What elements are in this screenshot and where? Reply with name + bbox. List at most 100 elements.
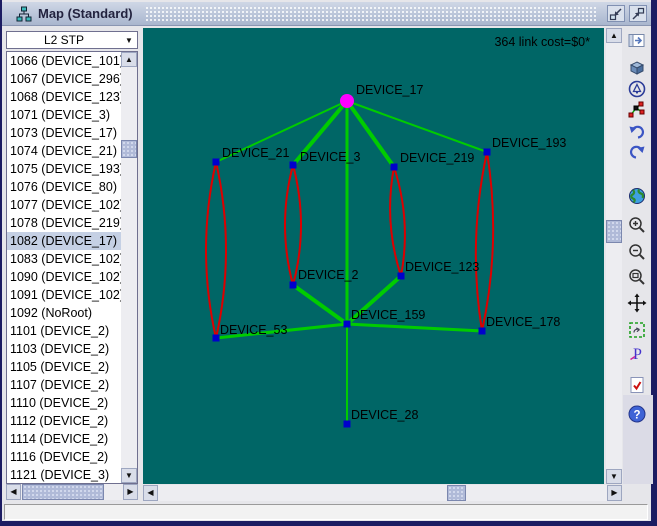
titlebar[interactable]: Map (Standard) [2,2,651,26]
edge-DEVICE_193-DEVICE_178[interactable] [482,152,493,331]
node-label-DEVICE_21: DEVICE_21 [222,146,289,160]
node-DEVICE_21[interactable] [213,159,220,166]
scroll-down-button[interactable]: ▼ [606,469,622,484]
node-DEVICE_219[interactable] [391,164,398,171]
list-item[interactable]: 1074 (DEVICE_21) [7,142,121,160]
map-vscroll-track[interactable] [606,43,622,469]
node-DEVICE_17[interactable] [340,94,354,108]
list-item[interactable]: 1107 (DEVICE_2) [7,376,121,394]
topology-links-icon [627,100,647,120]
toggle-list-panel-button[interactable] [626,30,648,52]
edge-DEVICE_21-DEVICE_53[interactable] [216,162,226,338]
edge-DEVICE_17-DEVICE_193[interactable] [347,101,487,152]
scroll-up-button[interactable]: ▲ [606,28,622,43]
list-hscrollbar[interactable]: ◀ ▶ [6,484,138,500]
list-item[interactable]: 1092 (NoRoot) [7,304,121,322]
list-item[interactable]: 1103 (DEVICE_2) [7,340,121,358]
list-item[interactable]: 1067 (DEVICE_296) [7,70,121,88]
window-title: Map (Standard) [38,6,133,21]
list-item[interactable]: 1078 (DEVICE_219) [7,214,121,232]
list-item[interactable]: 1101 (DEVICE_2) [7,322,121,340]
list-item[interactable]: 1114 (DEVICE_2) [7,430,121,448]
list-item[interactable]: 1077 (DEVICE_102) [7,196,121,214]
layer-select[interactable]: L2 STP ▼ [6,31,138,49]
list-item[interactable]: 1076 (DEVICE_80) [7,178,121,196]
scroll-right-button[interactable]: ▶ [607,485,622,501]
list-vscrollbar[interactable]: ▲ ▼ [121,52,137,483]
node-DEVICE_193[interactable] [484,149,491,156]
map-canvas[interactable]: DEVICE_17DEVICE_21DEVICE_3DEVICE_219DEVI… [143,28,604,484]
topology-links-button[interactable] [626,99,648,121]
scroll-down-button[interactable]: ▼ [121,468,137,483]
scroll-up-button[interactable]: ▲ [121,52,137,67]
node-DEVICE_3[interactable] [290,162,297,169]
list-vscroll-thumb[interactable] [121,140,137,158]
list-item[interactable]: 1121 (DEVICE_3) [7,466,121,483]
zoom-region-icon [627,267,647,287]
list-item[interactable]: 1071 (DEVICE_3) [7,106,121,124]
map-vscrollbar[interactable]: ▲ ▼ [606,28,622,484]
validate-report-button[interactable] [626,374,648,396]
package-3d-button[interactable] [626,57,648,79]
scroll-left-button[interactable]: ◀ [143,485,158,501]
print-p-button[interactable]: P [626,342,648,364]
overlay-mode-button[interactable] [626,78,648,100]
list-item[interactable]: 1082 (DEVICE_17) [7,232,121,250]
edge-DEVICE_21-DEVICE_53[interactable] [206,162,216,338]
map-hscroll-track[interactable] [158,485,607,501]
help-button[interactable]: ? [626,403,648,425]
toggle-list-panel-icon [627,31,647,51]
list-item[interactable]: 1112 (DEVICE_2) [7,412,121,430]
zoom-out-icon [627,242,647,262]
edge-DEVICE_3-DEVICE_2[interactable] [285,165,293,285]
map-viewport[interactable]: DEVICE_17DEVICE_21DEVICE_3DEVICE_219DEVI… [143,28,604,484]
restore-button[interactable] [607,5,625,22]
edge-DEVICE_193-DEVICE_178[interactable] [476,152,487,331]
scroll-right-button[interactable]: ▶ [123,484,138,500]
edge-DEVICE_2-DEVICE_159[interactable] [293,285,347,324]
scroll-left-button[interactable]: ◀ [6,484,21,500]
globe-view-button[interactable] [626,185,648,207]
svg-text:?: ? [633,410,640,422]
node-DEVICE_28[interactable] [344,421,351,428]
maximize-button[interactable] [629,5,647,22]
node-label-DEVICE_123: DEVICE_123 [405,260,479,274]
node-DEVICE_159[interactable] [344,321,351,328]
undo-button[interactable] [626,121,648,143]
node-DEVICE_123[interactable] [398,273,405,280]
edge-DEVICE_159-DEVICE_178[interactable] [347,324,482,331]
list-item[interactable]: 1075 (DEVICE_193) [7,160,121,178]
node-DEVICE_178[interactable] [479,328,486,335]
list-hscroll-thumb[interactable] [22,484,104,500]
list-item[interactable]: 1073 (DEVICE_17) [7,124,121,142]
list-item[interactable]: 1105 (DEVICE_2) [7,358,121,376]
edge-DEVICE_3-DEVICE_2[interactable] [293,165,301,285]
zoom-in-button[interactable] [626,214,648,236]
list-vscroll-track[interactable] [121,67,137,468]
list-item[interactable]: 1066 (DEVICE_101) [7,52,121,70]
node-DEVICE_53[interactable] [213,335,220,342]
device-list-box: 1066 (DEVICE_101)1067 (DEVICE_296)1068 (… [6,51,138,484]
redo-icon [627,142,647,162]
node-label-DEVICE_53: DEVICE_53 [220,323,287,337]
node-label-DEVICE_2: DEVICE_2 [298,268,358,282]
zoom-out-button[interactable] [626,241,648,263]
list-item[interactable]: 1110 (DEVICE_2) [7,394,121,412]
redo-button[interactable] [626,141,648,163]
list-item[interactable]: 1091 (DEVICE_102) [7,286,121,304]
node-DEVICE_2[interactable] [290,282,297,289]
list-item[interactable]: 1083 (DEVICE_102) [7,250,121,268]
list-item[interactable]: 1116 (DEVICE_2) [7,448,121,466]
globe-icon [627,186,647,206]
list-item[interactable]: 1068 (DEVICE_123) [7,88,121,106]
list-hscroll-track[interactable] [21,484,123,500]
zoom-region-button[interactable] [626,266,648,288]
pan-button[interactable] [626,292,648,314]
print-p-icon: P [627,343,647,363]
map-vscroll-thumb[interactable] [606,220,622,243]
select-region-button[interactable] [626,319,648,341]
map-hscrollbar[interactable]: ◀ ▶ [143,485,622,501]
list-item[interactable]: 1090 (DEVICE_102) [7,268,121,286]
chevron-down-icon: ▼ [121,36,137,45]
map-hscroll-thumb[interactable] [447,485,466,501]
